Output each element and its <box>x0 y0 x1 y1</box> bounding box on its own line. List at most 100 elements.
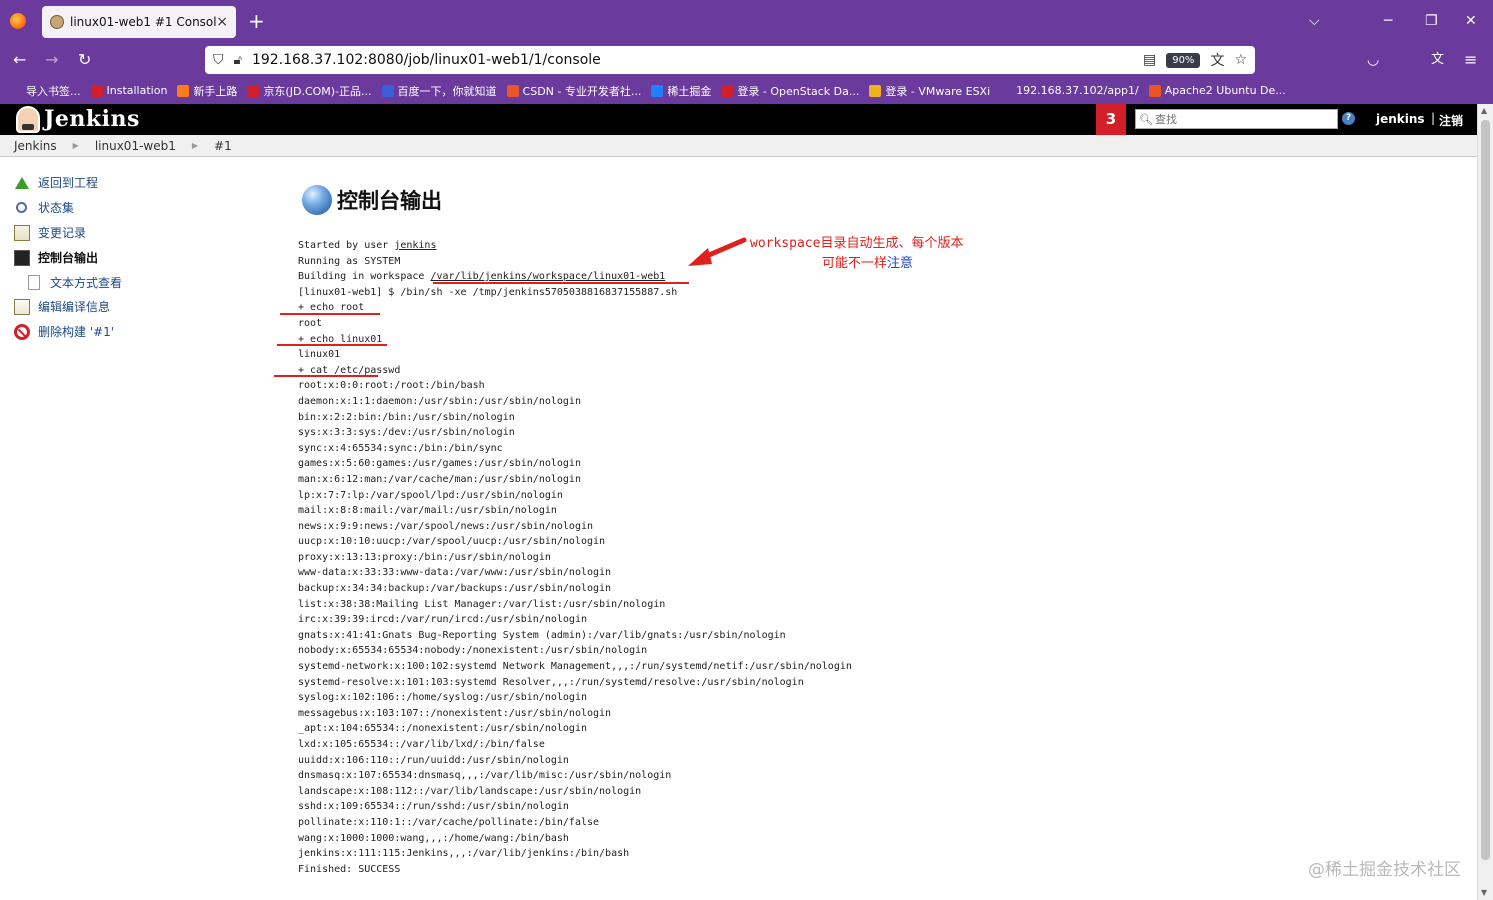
user-link[interactable]: jenkins <box>1376 112 1425 126</box>
search-icon: 🔍︎ <box>1139 112 1153 126</box>
bookmark-item[interactable]: 百度一下，你就知道 <box>381 83 497 99</box>
bookmark-item[interactable]: 登录 - OpenStack Da... <box>721 83 859 99</box>
sidebar-item-label: 删除构建 '#1' <box>38 325 115 339</box>
console-link[interactable]: jenkins <box>394 240 436 251</box>
tab-list-chevron-icon[interactable]: ⌵ <box>1309 12 1320 30</box>
tracking-shield-icon[interactable]: ⛉ <box>213 52 224 68</box>
ubuntu-icon <box>1148 84 1161 97</box>
breadcrumb-job[interactable]: linux01-web1 <box>95 139 176 153</box>
bookmark-item[interactable]: 登录 - VMware ESXi <box>869 83 990 99</box>
console-line: + cat /etc/passwd <box>298 363 852 379</box>
scroll-up-icon[interactable]: ▲ <box>1481 106 1487 115</box>
reload-icon[interactable]: ↻ <box>78 51 91 69</box>
scroll-thumb[interactable] <box>1481 120 1490 860</box>
sidebar-item-delete-build[interactable]: 删除构建 '#1' <box>14 319 214 344</box>
console-link[interactable]: /var/lib/jenkins/workspace/linux01-web1 <box>430 271 665 282</box>
sidebar-item-label: 返回到工程 <box>38 176 99 190</box>
firefox-icon <box>177 84 190 97</box>
bookmark-star-icon[interactable]: ☆ <box>1234 52 1247 68</box>
console-line: root:x:0:0:root:/root:/bin/bash <box>298 378 852 394</box>
breadcrumb-jenkins[interactable]: Jenkins <box>14 139 57 153</box>
console-line-text: pollinate:x:110:1::/var/cache/pollinate:… <box>298 816 600 828</box>
bookmark-label: 京东(JD.COM)-正品... <box>263 84 372 98</box>
console-line: root <box>298 316 852 332</box>
logout-link[interactable]: 注销 <box>1439 112 1463 129</box>
sidebar-item-edit-build-info[interactable]: 编辑编译信息 <box>14 294 214 319</box>
bookmark-item[interactable]: 导入书签... <box>10 83 81 99</box>
bookmark-label: 百度一下，你就知道 <box>397 84 497 98</box>
up-arrow-icon <box>15 176 29 189</box>
console-line: syslog:x:102:106::/home/syslog:/usr/sbin… <box>298 690 852 706</box>
breadcrumb-arrow-icon[interactable]: ▶ <box>73 141 79 150</box>
insecure-lock-icon[interactable]: 🔓︎ <box>234 53 242 68</box>
menu-icon[interactable]: ≡ <box>1464 51 1477 69</box>
bookmark-item[interactable]: Installation <box>90 84 167 97</box>
console-line-text: Building in workspace <box>298 271 431 283</box>
jenkins-butler-logo-icon[interactable] <box>16 106 40 133</box>
notification-badge[interactable]: 3 <box>1096 104 1126 135</box>
scroll-down-icon[interactable]: ▼ <box>1481 888 1487 897</box>
breadcrumb-build[interactable]: #1 <box>214 139 232 153</box>
console-line: news:x:9:9:news:/var/spool/news:/usr/sbi… <box>298 519 852 535</box>
jenkins-brand[interactable]: Jenkins <box>44 106 140 132</box>
console-line: lxd:x:105:65534::/var/lib/lxd/:/bin/fals… <box>298 737 852 753</box>
sidebar-item-plain-text[interactable]: 文本方式查看 <box>14 270 214 294</box>
bookmark-item[interactable]: 京东(JD.COM)-正品... <box>247 83 372 99</box>
bookmark-label: 稀土掘金 <box>667 84 712 98</box>
zoom-level-badge[interactable]: 90% <box>1166 52 1201 68</box>
address-bar[interactable]: ⛉ 🔓︎ 192.168.37.102:8080/job/linux01-web… <box>205 46 1255 74</box>
translate-extension-icon[interactable]: 文 <box>1431 51 1444 69</box>
bookmark-item[interactable]: 192.168.37.102/app1/ <box>1000 84 1139 97</box>
sidebar-item-label: 状态集 <box>38 201 75 215</box>
restore-icon[interactable]: ❐ <box>1425 12 1438 30</box>
console-line: uuidd:x:106:110::/run/uuidd:/usr/sbin/no… <box>298 753 852 769</box>
reader-view-icon[interactable]: ▤ <box>1143 52 1156 68</box>
forward-icon[interactable]: → <box>45 51 58 69</box>
new-tab-icon[interactable]: + <box>248 10 265 32</box>
browser-tab[interactable]: linux01-web1 #1 Console [Jenkins] × <box>42 6 236 38</box>
console-line: systemd-network:x:100:102:systemd Networ… <box>298 659 852 675</box>
bookmark-item[interactable]: CSDN - 专业开发者社... <box>506 83 641 99</box>
help-icon[interactable]: ? <box>1342 112 1355 125</box>
sidebar-item-changes[interactable]: 变更记录 <box>14 220 214 245</box>
jenkins-search-input[interactable] <box>1154 112 1325 126</box>
jenkins-header: Jenkins 3 🔍︎ ? jenkins | 注销 <box>0 104 1477 135</box>
console-line-text: www-data:x:33:33:www-data:/var/www:/usr/… <box>298 567 612 579</box>
sidebar-item-status[interactable]: 状态集 <box>14 195 214 220</box>
console-line-text: Running as SYSTEM <box>298 255 401 267</box>
url-text[interactable]: 192.168.37.102:8080/job/linux01-web1/1/c… <box>252 52 601 68</box>
console-line-text: [linux01-web1] $ /bin/sh -xe /tmp/jenkin… <box>298 286 678 298</box>
jenkins-search-box[interactable]: 🔍︎ <box>1135 109 1338 129</box>
breadcrumb-arrow-icon[interactable]: ▶ <box>192 141 198 150</box>
annotation-arrow-icon <box>688 237 747 266</box>
back-icon[interactable]: ← <box>13 51 26 69</box>
close-window-icon[interactable]: ✕ <box>1465 12 1477 30</box>
page-scrollbar[interactable]: ▲ ▼ <box>1477 104 1493 900</box>
console-line: pollinate:x:110:1::/var/cache/pollinate:… <box>298 815 852 831</box>
sidebar-item-label: 控制台输出 <box>38 251 99 265</box>
bookmark-item[interactable]: 稀土掘金 <box>651 83 711 99</box>
translate-icon[interactable]: 文 <box>1210 50 1224 70</box>
console-line-text: syslog:x:102:106::/home/syslog:/usr/sbin… <box>298 692 587 704</box>
sidebar-item-console-output[interactable]: 控制台输出 <box>14 245 214 270</box>
breadcrumb: Jenkins ▶ linux01-web1 ▶ #1 <box>0 135 1477 157</box>
console-line-text: gnats:x:41:41:Gnats Bug-Reporting System… <box>298 629 786 641</box>
browser-tab-bar: linux01-web1 #1 Console [Jenkins] × + ⌵ … <box>0 0 1493 44</box>
sidebar-item-back-to-project[interactable]: 返回到工程 <box>14 170 214 195</box>
notepad-icon <box>14 224 30 241</box>
console-line-text: games:x:5:60:games:/usr/games:/usr/sbin/… <box>298 458 581 470</box>
close-tab-icon[interactable]: × <box>216 14 228 30</box>
pocket-icon[interactable]: ◡ <box>1367 51 1379 69</box>
z-icon <box>90 84 103 97</box>
annotation-underline <box>277 344 387 346</box>
tab-title: linux01-web1 #1 Console [Jenkins] <box>70 15 217 29</box>
console-line-text: wang:x:1000:1000:wang,,,:/home/wang:/bin… <box>298 832 569 844</box>
firefox-logo-icon[interactable] <box>10 13 26 29</box>
minimize-icon[interactable]: ─ <box>1384 12 1392 30</box>
vmware-icon <box>869 84 882 97</box>
bookmark-item[interactable]: 新手上路 <box>177 83 237 99</box>
console-line: games:x:5:60:games:/usr/games:/usr/sbin/… <box>298 456 852 472</box>
bookmark-item[interactable]: Apache2 Ubuntu De... <box>1148 84 1286 97</box>
juejin-icon <box>651 84 664 97</box>
annotation-underline <box>280 313 380 315</box>
